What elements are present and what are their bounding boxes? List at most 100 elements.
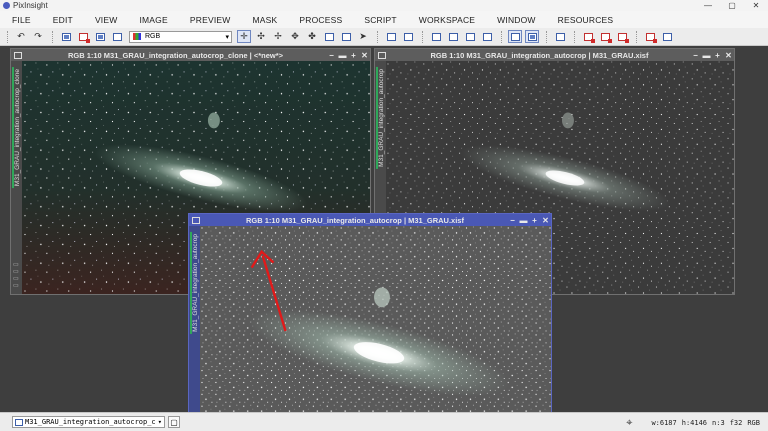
main-toolbar: ↶ ↷ RGB ▾ ✛ ✣ ✢ ✥ ✤ ➤ bbox=[0, 28, 768, 46]
view-tools-icon: ▭ ▭ ▭ ▭ bbox=[13, 262, 19, 289]
image-view-icon bbox=[15, 418, 23, 426]
minimize-button[interactable]: ▬ bbox=[701, 51, 712, 60]
toolbar-grip[interactable] bbox=[52, 30, 55, 43]
toolbar-grip[interactable] bbox=[574, 30, 577, 43]
image-info: ⌖ w:6187 h:4146 n:3 f32 RGB bbox=[626, 416, 760, 430]
script-editor-icon[interactable] bbox=[463, 30, 477, 43]
window-titlebar[interactable]: RGB 1:10 M31_GRAU_integration_autocrop |… bbox=[189, 214, 551, 226]
history-icon[interactable] bbox=[401, 30, 415, 43]
menu-edit[interactable]: EDIT bbox=[53, 15, 73, 25]
mask-invert-icon[interactable] bbox=[615, 30, 629, 43]
rgb-swatch-icon bbox=[133, 33, 141, 40]
window-title: RGB 1:10 M31_GRAU_integration_autocrop_c… bbox=[67, 50, 284, 60]
menu-script[interactable]: SCRIPT bbox=[364, 15, 396, 25]
main-menubar: FILE EDIT VIEW IMAGE PREVIEW MASK PROCES… bbox=[0, 11, 768, 28]
window-maximize-button[interactable]: ▢ bbox=[720, 0, 744, 11]
close-button[interactable]: ✕ bbox=[723, 51, 734, 60]
menu-view[interactable]: VIEW bbox=[95, 15, 118, 25]
menu-resources[interactable]: RESOURCES bbox=[558, 15, 614, 25]
window-icon bbox=[14, 51, 22, 59]
zoom-1to1-icon[interactable]: ✢ bbox=[271, 30, 285, 43]
view-id-label: M31_GRAU_integration_autocrop bbox=[190, 232, 199, 334]
shade-button[interactable]: − bbox=[326, 51, 337, 60]
view-select-value: M31_GRAU_integration_autocrop_c bbox=[25, 418, 156, 426]
sample-format: f32 bbox=[729, 419, 743, 427]
image-height: h:4146 bbox=[681, 419, 708, 427]
zoom-fit-icon[interactable]: ✣ bbox=[254, 30, 268, 43]
shade-button[interactable]: − bbox=[690, 51, 701, 60]
format-explorer-icon[interactable] bbox=[480, 30, 494, 43]
window-icon bbox=[378, 51, 386, 59]
menu-file[interactable]: FILE bbox=[12, 15, 31, 25]
window-title: RGB 1:10 M31_GRAU_integration_autocrop |… bbox=[246, 215, 464, 225]
app-titlebar: PixInsight — ▢ ✕ bbox=[0, 0, 768, 11]
window-title: RGB 1:10 M31_GRAU_integration_autocrop |… bbox=[430, 50, 649, 60]
edit-preview-icon[interactable] bbox=[339, 30, 353, 43]
view-id-label: M31_GRAU_integration_autocrop_clone bbox=[12, 67, 21, 189]
channel-select[interactable]: RGB ▾ bbox=[129, 30, 232, 43]
center-icon[interactable]: ✤ bbox=[305, 30, 319, 43]
readout-mode-icon[interactable]: ✛ bbox=[237, 30, 251, 43]
menu-preview[interactable]: PREVIEW bbox=[190, 15, 231, 25]
view-explorer-icon[interactable]: ▢ bbox=[168, 416, 180, 428]
toolbar-grip[interactable] bbox=[501, 30, 504, 43]
toolbar-grip[interactable] bbox=[377, 30, 380, 43]
minimize-button[interactable]: ▬ bbox=[337, 51, 348, 60]
close-button[interactable]: ✕ bbox=[540, 216, 551, 225]
view-id-label: M31_GRAU_integration_autocrop bbox=[376, 67, 385, 169]
toolbar-grip[interactable] bbox=[546, 30, 549, 43]
window-close-button[interactable]: ✕ bbox=[744, 0, 768, 11]
mask-enable-icon[interactable] bbox=[581, 30, 595, 43]
menu-mask[interactable]: MASK bbox=[252, 15, 277, 25]
auto-stf-icon[interactable] bbox=[59, 30, 73, 43]
mask-select-icon[interactable] bbox=[643, 30, 657, 43]
pan-icon[interactable]: ✥ bbox=[288, 30, 302, 43]
channel-green-icon[interactable] bbox=[110, 30, 124, 43]
image-window-active[interactable]: RGB 1:10 M31_GRAU_integration_autocrop |… bbox=[188, 213, 552, 431]
chevron-down-icon: ▾ bbox=[225, 33, 229, 41]
menu-workspace[interactable]: WORKSPACE bbox=[419, 15, 475, 25]
chevron-down-icon: ▾ bbox=[157, 418, 162, 426]
app-title: PixInsight bbox=[13, 1, 48, 10]
pointer-icon[interactable]: ➤ bbox=[356, 30, 370, 43]
mask-remove-icon[interactable] bbox=[660, 30, 674, 43]
maximize-button[interactable]: + bbox=[348, 51, 359, 60]
menu-image[interactable]: IMAGE bbox=[139, 15, 167, 25]
m31-galaxy-image bbox=[200, 226, 551, 430]
color-space: RGB bbox=[747, 419, 760, 427]
maximize-button[interactable]: + bbox=[712, 51, 723, 60]
new-preview-icon[interactable] bbox=[322, 30, 336, 43]
menu-process[interactable]: PROCESS bbox=[299, 15, 342, 25]
image-viewport[interactable] bbox=[200, 226, 551, 430]
close-button[interactable]: ✕ bbox=[359, 51, 370, 60]
redo-button[interactable]: ↷ bbox=[31, 30, 45, 43]
toolbar-grip[interactable] bbox=[7, 30, 10, 43]
window-titlebar[interactable]: RGB 1:10 M31_GRAU_integration_autocrop |… bbox=[375, 49, 734, 61]
mask-show-icon[interactable] bbox=[598, 30, 612, 43]
shade-button[interactable]: − bbox=[507, 216, 518, 225]
maximize-button[interactable]: + bbox=[529, 216, 540, 225]
image-width: w:6187 bbox=[651, 419, 677, 427]
window-titlebar[interactable]: RGB 1:10 M31_GRAU_integration_autocrop_c… bbox=[11, 49, 370, 61]
toolbar-grip[interactable] bbox=[636, 30, 639, 43]
process-explorer-icon[interactable] bbox=[446, 30, 460, 43]
undo-button[interactable]: ↶ bbox=[14, 30, 28, 43]
screen-mode-icon[interactable] bbox=[508, 30, 522, 43]
image-window-icon[interactable] bbox=[525, 30, 539, 43]
view-selector-tab[interactable]: M31_GRAU_integration_autocrop bbox=[189, 226, 200, 430]
status-bar: M31_GRAU_integration_autocrop_c ▾ ▢ ⌖ w:… bbox=[0, 412, 768, 431]
channel-select-value: RGB bbox=[145, 33, 161, 40]
toolbar-grip[interactable] bbox=[422, 30, 425, 43]
channel-rgb-icon[interactable] bbox=[93, 30, 107, 43]
explorer-icon[interactable] bbox=[384, 30, 398, 43]
crosshair-icon[interactable]: ⌖ bbox=[626, 416, 632, 430]
image-channels: n:3 bbox=[712, 419, 725, 427]
mask-icon[interactable] bbox=[553, 30, 567, 43]
channel-red-icon[interactable] bbox=[76, 30, 90, 43]
window-minimize-button[interactable]: — bbox=[696, 0, 720, 11]
process-console-icon[interactable] bbox=[429, 30, 443, 43]
menu-window[interactable]: WINDOW bbox=[497, 15, 536, 25]
view-select[interactable]: M31_GRAU_integration_autocrop_c ▾ bbox=[12, 416, 165, 428]
minimize-button[interactable]: ▬ bbox=[518, 216, 529, 225]
view-selector-tab[interactable]: M31_GRAU_integration_autocrop_clone ▭ ▭ ▭ ▭ bbox=[11, 61, 22, 294]
